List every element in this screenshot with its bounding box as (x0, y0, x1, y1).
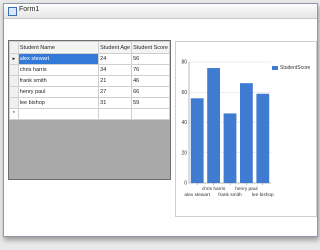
cell-student-age[interactable]: 31 (98, 97, 133, 109)
cell-student-score[interactable]: 59 (131, 97, 170, 109)
form-window: Form1 Student Name Student Age Student S… (3, 3, 318, 237)
cell-student-score[interactable]: 56 (131, 53, 170, 65)
student-score-chart: 0 20 40 60 80 alex stewart chris harris frank s… (175, 41, 317, 217)
bar (240, 83, 253, 183)
new-row-marker[interactable]: * (9, 108, 19, 120)
row-header[interactable] (9, 75, 19, 87)
row-header[interactable] (9, 64, 19, 76)
new-row[interactable]: * (9, 108, 170, 120)
cell-student-score[interactable]: 66 (131, 86, 170, 98)
row-header[interactable] (9, 97, 19, 109)
y-tick-label: 20 (181, 150, 187, 156)
cell-student-age[interactable]: 24 (98, 53, 133, 65)
cell-student-score[interactable]: 46 (131, 75, 170, 87)
cell-student-name[interactable]: lee bishop (17, 97, 100, 109)
bar (223, 113, 237, 183)
cell-student-name[interactable]: frank smith (17, 75, 100, 87)
legend-swatch (272, 66, 278, 70)
table-row[interactable]: lee bishop 31 59 (9, 97, 170, 109)
title-bar[interactable]: Form1 (4, 4, 317, 19)
window-title: Form1 (19, 6, 40, 13)
cell-student-age[interactable] (98, 108, 133, 120)
y-tick-label: 40 (181, 120, 187, 126)
cell-student-score[interactable]: 76 (131, 64, 170, 76)
bar (207, 68, 220, 183)
cell-student-age[interactable]: 27 (98, 86, 133, 98)
app-icon (8, 7, 17, 16)
x-tick-label: alex stewart (184, 192, 210, 198)
row-header[interactable] (9, 86, 19, 98)
bar (256, 93, 270, 183)
cell-student-age[interactable]: 21 (98, 75, 133, 87)
bar (190, 98, 204, 183)
row-header[interactable]: ▸ (9, 53, 19, 65)
legend-label: StudentScore (280, 65, 311, 71)
student-data-grid[interactable]: Student Name Student Age Student Score ▸… (8, 40, 171, 180)
table-row[interactable]: henry paul 27 66 (9, 86, 170, 98)
x-tick-label: henry paul (235, 186, 257, 192)
y-tick-label: 60 (181, 90, 187, 96)
column-header-student-name[interactable]: Student Name (17, 41, 100, 54)
cell-student-score[interactable] (131, 108, 170, 120)
cell-student-name[interactable]: alex stewart (17, 53, 100, 65)
chart-legend: StudentScore (272, 65, 310, 71)
student-table: Student Name Student Age Student Score ▸… (9, 41, 170, 120)
y-tick-label: 0 (184, 181, 187, 187)
y-tick-label: 80 (181, 60, 187, 66)
x-tick-label: lee bishop (252, 192, 274, 198)
cell-student-age[interactable]: 34 (98, 64, 133, 76)
cell-student-name[interactable]: henry paul (17, 86, 100, 98)
table-row[interactable]: frank smith 21 46 (9, 75, 170, 87)
row-header-corner[interactable] (9, 41, 19, 54)
table-row[interactable]: chris harris 34 76 (9, 64, 170, 76)
x-tick-label: frank smith (218, 192, 242, 198)
cell-student-name[interactable] (17, 108, 100, 120)
column-header-student-age[interactable]: Student Age (98, 41, 133, 54)
header-row: Student Name Student Age Student Score (9, 41, 170, 54)
column-header-student-score[interactable]: Student Score (131, 41, 170, 54)
x-tick-label: chris harris (202, 186, 226, 192)
table-row[interactable]: ▸ alex stewart 24 56 (9, 53, 170, 65)
cell-student-name[interactable]: chris harris (17, 64, 100, 76)
